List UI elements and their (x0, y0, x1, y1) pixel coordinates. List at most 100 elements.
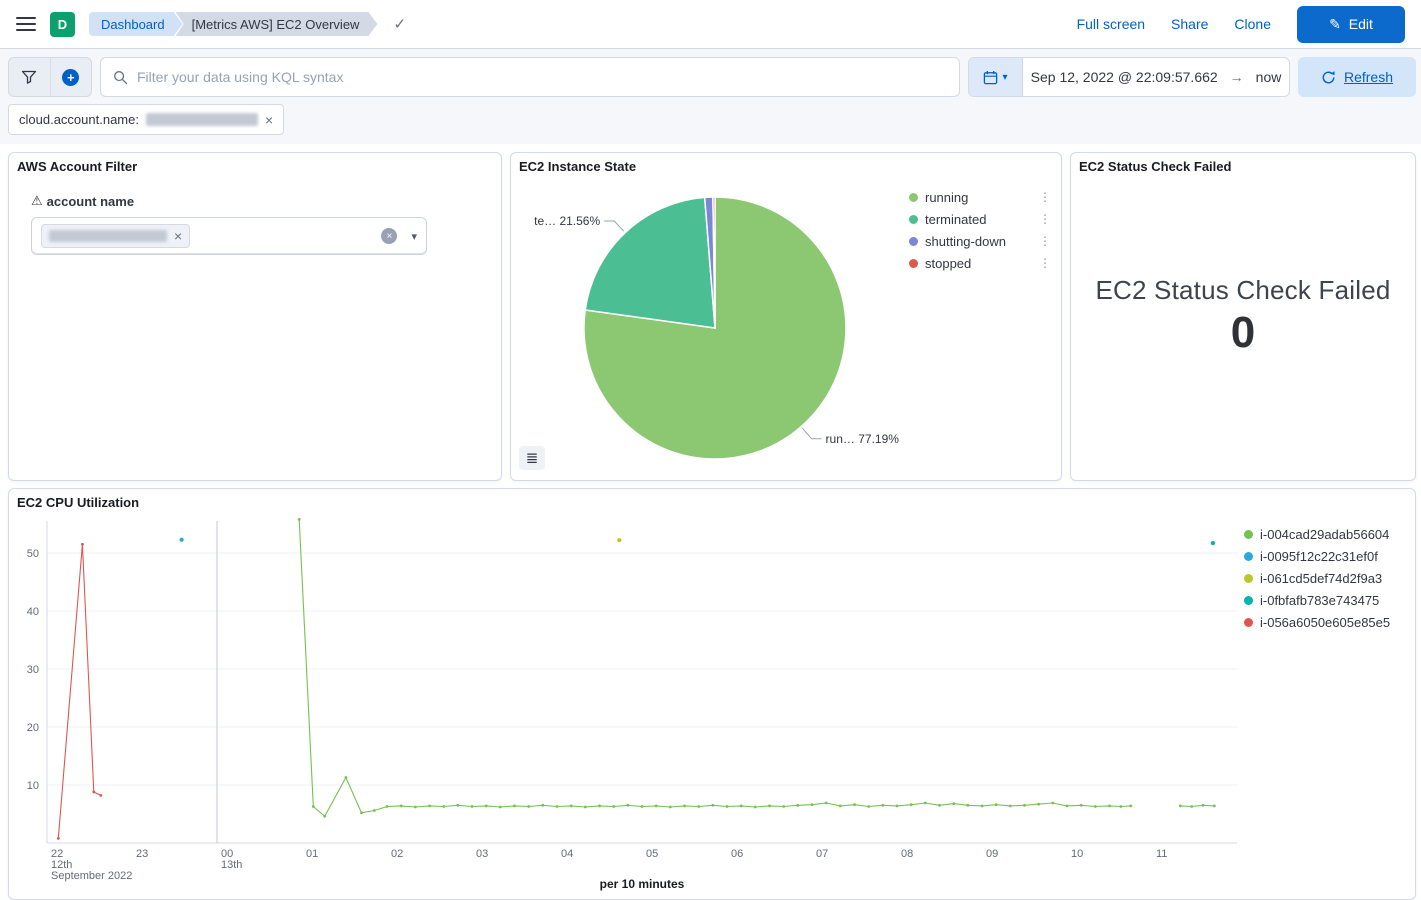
series-point-i-004cad29adab56604 (360, 811, 363, 814)
pie-slice-terminated[interactable] (585, 197, 715, 328)
panel-ec2-cpu-utilization: EC2 CPU Utilization 10203040502212thSept… (8, 488, 1416, 900)
refresh-icon (1321, 70, 1336, 85)
series-point-i-004cad29adab56604 (570, 805, 573, 808)
x-tick-label: 03 (476, 848, 488, 860)
filter-pill[interactable]: cloud.account.name: × (8, 104, 284, 135)
series-point-i-004cad29adab56604 (527, 805, 530, 808)
series-point-i-004cad29adab56604 (1179, 805, 1182, 808)
series-point-i-004cad29adab56604 (1080, 804, 1083, 807)
x-tick-label: 11 (1156, 848, 1167, 860)
account-name-combobox[interactable]: × × ▾ (31, 217, 427, 255)
selected-account-redacted (49, 230, 167, 242)
series-point-i-004cad29adab56604 (1129, 805, 1132, 808)
refresh-button[interactable]: Refresh (1298, 57, 1416, 97)
metric-visualization: EC2 Status Check Failed 0 (1071, 153, 1415, 480)
add-control-button[interactable]: + (50, 58, 92, 96)
series-point-i-004cad29adab56604 (768, 805, 771, 808)
series-point-i-0095f12c22c31ef0f (180, 538, 184, 542)
legend-item-menu-icon[interactable]: ⋮ (1039, 212, 1051, 226)
series-point-i-004cad29adab56604 (881, 804, 884, 807)
warning-icon: ⚠ (31, 193, 43, 209)
legend-dot (1244, 574, 1253, 583)
series-line-i-004cad29adab56604 (299, 519, 1131, 816)
legend-item[interactable]: i-0095f12c22c31ef0f (1244, 545, 1412, 567)
legend-item-menu-icon[interactable]: ⋮ (1039, 234, 1051, 248)
time-range: Sep 12, 2022 @ 22:09:57.662 → now (1023, 69, 1289, 85)
legend-item[interactable]: terminated⋮ (909, 208, 1051, 230)
series-point-i-004cad29adab56604 (952, 802, 955, 805)
legend-item[interactable]: i-061cd5def74d2f9a3 (1244, 567, 1412, 589)
time-start-button[interactable]: Sep 12, 2022 @ 22:09:57.662 (1031, 69, 1218, 85)
series-point-i-004cad29adab56604 (839, 805, 842, 808)
legend-item[interactable]: i-004cad29adab56604 (1244, 523, 1412, 545)
series-point-i-004cad29adab56604 (966, 804, 969, 807)
share-link[interactable]: Share (1171, 16, 1208, 32)
menu-button[interactable] (16, 16, 36, 32)
x-tick-label: 05 (646, 848, 658, 860)
account-name-label: account name (47, 194, 134, 209)
series-point-i-004cad29adab56604 (442, 805, 445, 808)
remove-filter-icon[interactable]: × (265, 113, 273, 127)
y-tick-label: 10 (27, 780, 39, 792)
series-point-i-004cad29adab56604 (683, 805, 686, 808)
x-tick-label: 08 (901, 848, 913, 860)
legend-item-menu-icon[interactable]: ⋮ (1039, 190, 1051, 204)
legend-label: i-0095f12c22c31ef0f (1260, 549, 1378, 564)
series-point-i-004cad29adab56604 (485, 805, 488, 808)
edit-button-label: Edit (1349, 16, 1373, 32)
series-point-i-004cad29adab56604 (669, 806, 672, 809)
legend-dot (909, 193, 918, 202)
date-picker: ▾ Sep 12, 2022 @ 22:09:57.662 → now (968, 57, 1290, 97)
cpu-line-chart: 10203040502212thSeptember 2022230013th01… (9, 513, 1414, 893)
calendar-icon (983, 70, 998, 85)
time-end-button[interactable]: now (1256, 69, 1282, 85)
x-tick-label: 01 (306, 848, 318, 860)
series-point-i-004cad29adab56604 (345, 776, 348, 779)
series-point-i-004cad29adab56604 (513, 805, 516, 808)
legend-label: running (925, 190, 968, 205)
series-point-i-004cad29adab56604 (626, 804, 629, 807)
series-point-i-004cad29adab56604 (386, 805, 389, 808)
series-point-i-004cad29adab56604 (414, 806, 417, 809)
full-screen-link[interactable]: Full screen (1077, 16, 1145, 32)
filter-set-button[interactable] (9, 58, 50, 96)
clear-selection-button[interactable]: × (381, 228, 397, 244)
series-point-i-004cad29adab56604 (373, 809, 376, 812)
x-tick-day-label: 13th (221, 859, 242, 871)
breadcrumb-dashboard[interactable]: Dashboard (89, 12, 183, 36)
series-point-i-004cad29adab56604 (924, 802, 927, 805)
series-point-i-056a6050e605e85e5 (81, 543, 84, 546)
kql-search-bar (100, 57, 960, 97)
series-point-i-004cad29adab56604 (598, 805, 601, 808)
app-header: D Dashboard [Metrics AWS] EC2 Overview ✓… (0, 0, 1421, 49)
legend-item[interactable]: i-056a6050e605e85e5 (1244, 611, 1412, 633)
series-line-i-004cad29adab56604 (1180, 805, 1214, 806)
legend-label: i-056a6050e605e85e5 (1260, 615, 1390, 630)
date-quick-select-button[interactable]: ▾ (969, 58, 1023, 96)
legend-item[interactable]: shutting-down⋮ (909, 230, 1051, 252)
search-input[interactable] (137, 69, 947, 85)
series-point-i-004cad29adab56604 (1051, 802, 1054, 805)
panel-title: EC2 Instance State (519, 159, 636, 174)
legend-item[interactable]: running ⋮ (909, 186, 1051, 208)
pie-callout-line (604, 221, 624, 231)
series-point-i-004cad29adab56604 (612, 805, 615, 808)
edit-button[interactable]: ✎ Edit (1297, 6, 1405, 43)
remove-selection-icon[interactable]: × (174, 229, 182, 243)
cpu-legend: i-004cad29adab56604 i-0095f12c22c31ef0f i-… (1244, 523, 1412, 633)
legend-item-menu-icon[interactable]: ⋮ (1039, 256, 1051, 270)
series-point-i-004cad29adab56604 (754, 806, 757, 809)
series-point-i-004cad29adab56604 (796, 804, 799, 807)
pencil-icon: ✎ (1329, 16, 1341, 33)
legend-item[interactable]: stopped⋮ (909, 252, 1051, 274)
space-badge[interactable]: D (50, 12, 75, 37)
clone-link[interactable]: Clone (1234, 16, 1271, 32)
filter-pill-value-redacted (146, 113, 258, 126)
series-point-i-004cad29adab56604 (584, 806, 587, 809)
series-point-i-004cad29adab56604 (726, 805, 729, 808)
legend-toggle-button[interactable]: ≣ (519, 446, 545, 470)
legend-item[interactable]: i-0fbfafb783e743475 (1244, 589, 1412, 611)
check-icon: ✓ (393, 15, 406, 33)
chevron-down-icon[interactable]: ▾ (411, 230, 417, 243)
panel-title: EC2 Status Check Failed (1079, 159, 1231, 174)
